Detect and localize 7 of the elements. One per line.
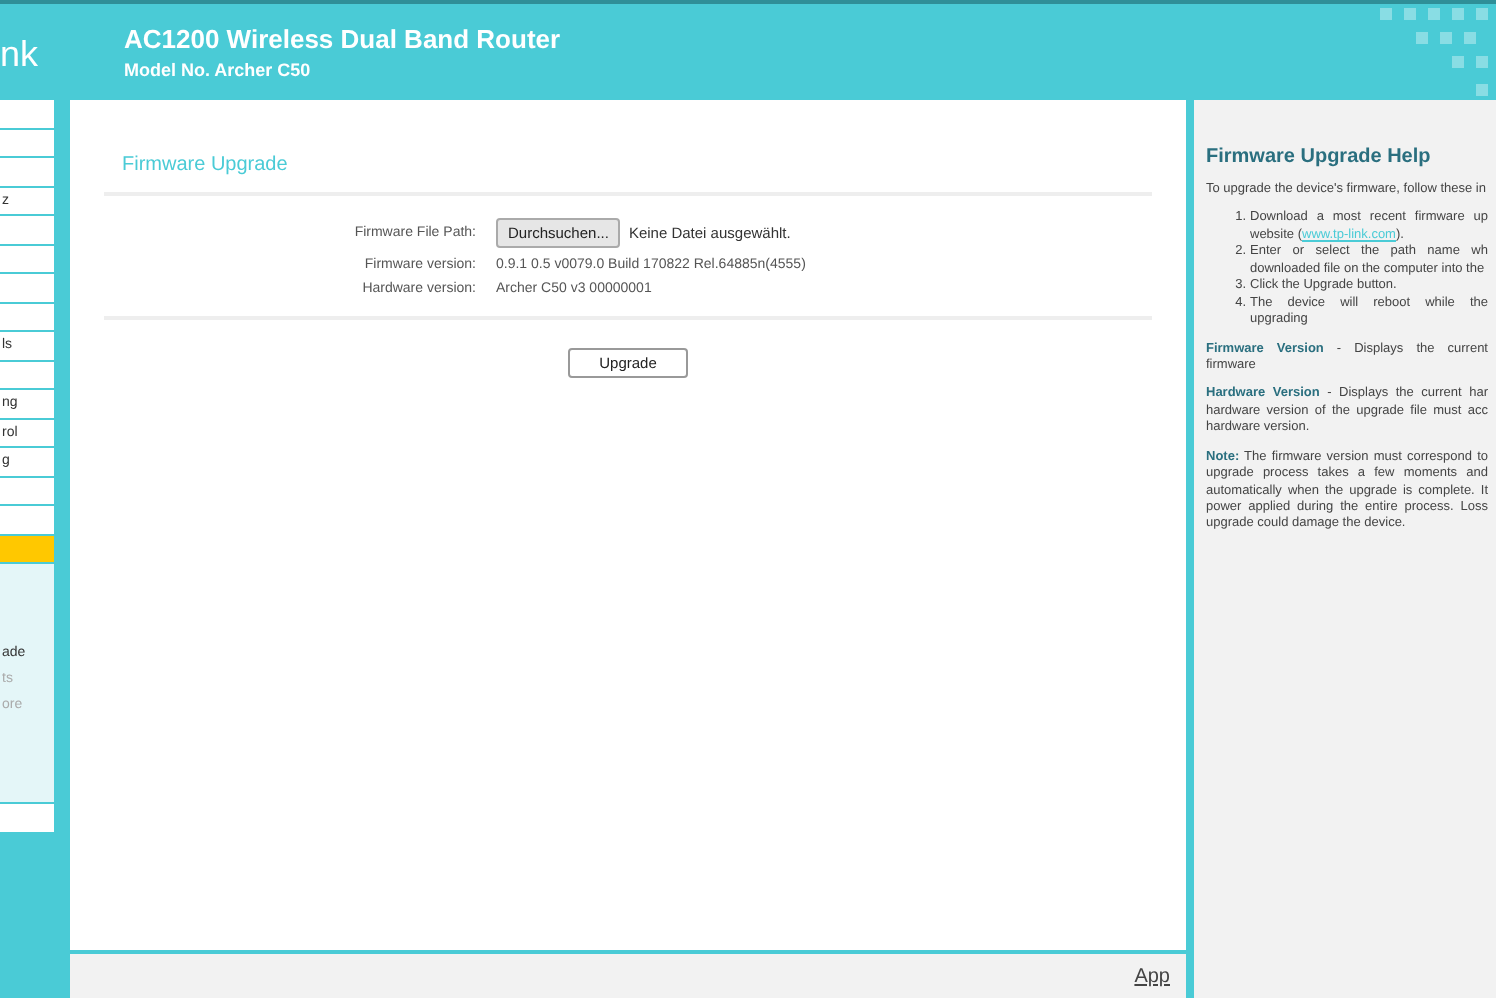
router-title: AC1200 Wireless Dual Band Router — [124, 24, 561, 54]
model-number: Model No. Archer C50 — [124, 60, 313, 80]
apply-link[interactable]: App — [1134, 965, 1170, 987]
logo-text: nk — [0, 33, 41, 75]
menu-item[interactable] — [0, 535, 54, 564]
section-title: Firmware Upgrade — [122, 154, 290, 176]
help-title: Firmware Upgrade Help — [1206, 144, 1433, 170]
